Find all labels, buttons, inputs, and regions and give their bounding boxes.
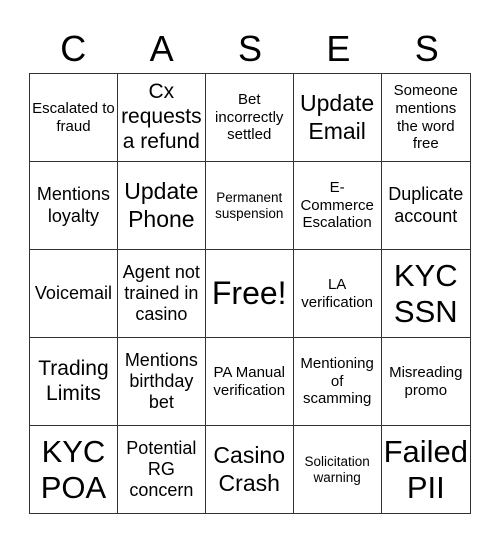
bingo-cell[interactable]: Misreading promo bbox=[381, 338, 471, 426]
bingo-header: C A S E S bbox=[29, 26, 471, 72]
bingo-cell[interactable]: Update Phone bbox=[117, 162, 206, 250]
bingo-cell[interactable]: Bet incorrectly settled bbox=[205, 74, 294, 162]
free-space[interactable]: Free! bbox=[205, 250, 294, 338]
header-letter: E bbox=[326, 28, 351, 69]
bingo-cell[interactable]: Update Email bbox=[293, 74, 382, 162]
bingo-cell[interactable]: Mentioning of scamming bbox=[293, 338, 382, 426]
bingo-cell[interactable]: Mentions loyalty bbox=[30, 162, 118, 250]
bingo-cell[interactable]: Duplicate account bbox=[381, 162, 471, 250]
bingo-cell[interactable]: Casino Crash bbox=[205, 426, 294, 514]
bingo-cell[interactable]: Cx requests a refund bbox=[117, 74, 206, 162]
bingo-cell[interactable]: Solicitation warning bbox=[293, 426, 382, 514]
header-letter: S bbox=[237, 28, 262, 69]
bingo-cell[interactable]: PA Manual verification bbox=[205, 338, 294, 426]
bingo-cell[interactable]: Escalated to fraud bbox=[30, 74, 118, 162]
bingo-cell[interactable]: Potential RG concern bbox=[117, 426, 206, 514]
header-letter: S bbox=[414, 28, 439, 69]
header-letter: A bbox=[149, 28, 174, 69]
bingo-grid: Escalated to fraud Cx requests a refund … bbox=[29, 73, 471, 514]
bingo-cell[interactable]: Someone mentions the word free bbox=[381, 74, 471, 162]
bingo-cell[interactable]: Trading Limits bbox=[30, 338, 118, 426]
bingo-cell[interactable]: Failed PII bbox=[381, 426, 471, 514]
bingo-cell[interactable]: Voicemail bbox=[30, 250, 118, 338]
bingo-cell[interactable]: Agent not trained in casino bbox=[117, 250, 206, 338]
bingo-cell[interactable]: Permanent suspension bbox=[205, 162, 294, 250]
bingo-cell[interactable]: KYC SSN bbox=[381, 250, 471, 338]
header-letter: C bbox=[60, 28, 87, 69]
bingo-cell[interactable]: Mentions birthday bet bbox=[117, 338, 206, 426]
bingo-cell[interactable]: LA verification bbox=[293, 250, 382, 338]
bingo-cell[interactable]: KYC POA bbox=[30, 426, 118, 514]
bingo-cell[interactable]: E-Commerce Escalation bbox=[293, 162, 382, 250]
